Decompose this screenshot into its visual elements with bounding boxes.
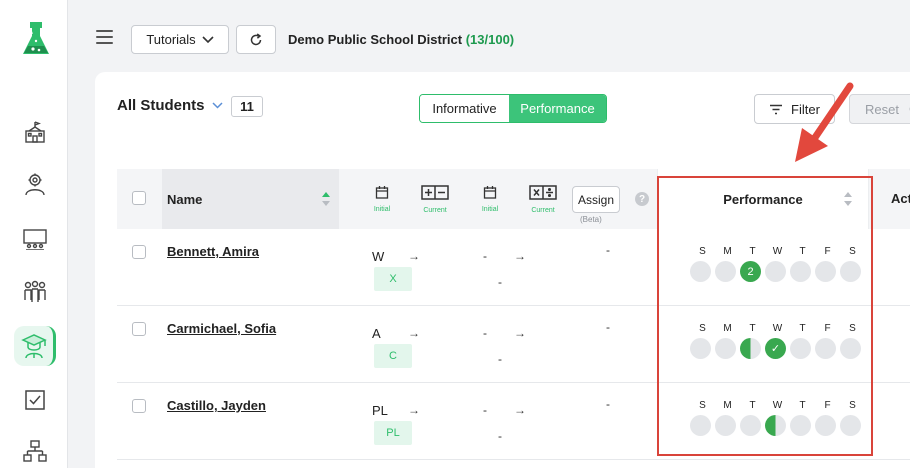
tab-performance[interactable]: Performance	[509, 95, 606, 122]
calendar-icon	[375, 186, 389, 199]
chevron-down-icon	[211, 102, 223, 109]
filter-icon	[770, 104, 783, 114]
sidebar: A	[0, 0, 68, 468]
arrow-right-icon: →	[514, 326, 526, 340]
reading-current-level: PL	[374, 421, 412, 445]
district-title: Demo Public School District (13/100)	[288, 32, 514, 47]
reading-initial-level: PL	[372, 403, 388, 418]
view-toggle: Informative Performance	[419, 94, 607, 123]
hierarchy-icon[interactable]	[14, 432, 56, 468]
presentation-icon[interactable]	[14, 219, 56, 259]
assign-beta-label: (Beta)	[580, 215, 602, 224]
math-initial-level: -	[483, 249, 487, 263]
actions-column-header: Acti	[891, 191, 910, 206]
top-bar: Tutorials Demo Public School District (1…	[68, 0, 910, 70]
school-icon[interactable]	[14, 112, 56, 152]
svg-text:A: A	[29, 30, 33, 36]
reading-current-level: X	[374, 267, 412, 291]
tutorials-dropdown[interactable]: Tutorials	[131, 25, 229, 54]
arrow-right-icon: →	[514, 249, 526, 263]
name-header-label: Name	[167, 191, 203, 207]
math-initial-header: Initial	[470, 185, 510, 213]
student-name-link[interactable]: Castillo, Jayden	[167, 398, 266, 413]
district-count: (13/100)	[465, 32, 515, 47]
assign-value: -	[606, 243, 610, 257]
current-label: Current	[423, 207, 447, 214]
checkbox-icon[interactable]	[14, 380, 56, 420]
tab-informative[interactable]: Informative	[420, 95, 509, 122]
arrow-right-icon: →	[408, 403, 420, 417]
assign-value: -	[606, 397, 610, 411]
initial-label: Initial	[373, 206, 391, 213]
arrow-pointer-icon	[795, 82, 854, 162]
math-current-header: Current	[523, 185, 563, 214]
tutorials-label: Tutorials	[146, 32, 196, 47]
reading-initial-header: Initial	[362, 185, 402, 213]
math-initial-level: -	[483, 326, 487, 340]
plus-minus-icon	[421, 185, 449, 200]
group-icon[interactable]	[14, 272, 56, 312]
assign-value: -	[606, 320, 610, 334]
arrow-right-icon: →	[514, 403, 526, 417]
graduate-icon[interactable]	[14, 326, 56, 366]
user-gear-icon[interactable]	[14, 164, 56, 204]
all-students-dropdown[interactable]: All Students	[117, 97, 223, 114]
row-checkbox[interactable]	[132, 399, 146, 413]
refresh-button[interactable]	[236, 25, 276, 54]
reading-initial-level: W	[372, 249, 385, 264]
student-name-link[interactable]: Bennett, Amira	[167, 244, 259, 259]
chevron-down-icon	[202, 35, 214, 43]
row-checkbox[interactable]	[132, 245, 146, 259]
select-all-checkbox[interactable]	[132, 191, 146, 205]
math-initial-level: -	[483, 403, 487, 417]
multiply-divide-icon	[529, 185, 557, 200]
row-checkbox[interactable]	[132, 322, 146, 336]
reset-label: Reset	[865, 101, 899, 117]
math-current-level: -	[498, 352, 502, 366]
arrow-right-icon: →	[408, 249, 420, 263]
page-title: All Students	[117, 97, 205, 114]
math-current-level: -	[498, 275, 502, 289]
student-count-badge: 11	[231, 96, 263, 117]
current-label: Current	[531, 207, 555, 214]
name-column-header[interactable]: Name	[162, 169, 339, 229]
arrow-right-icon: →	[408, 326, 420, 340]
reading-current-header: Current	[415, 185, 455, 214]
sort-icon[interactable]	[322, 192, 330, 206]
reading-current-level: C	[374, 344, 412, 368]
initial-label: Initial	[481, 206, 499, 213]
calendar-icon	[483, 186, 497, 199]
student-name-link[interactable]: Carmichael, Sofia	[167, 321, 276, 336]
reading-initial-level: A	[372, 326, 381, 341]
app-logo[interactable]: A	[20, 20, 52, 60]
district-name: Demo Public School District	[288, 32, 463, 47]
help-icon[interactable]: ?	[635, 192, 649, 206]
menu-icon[interactable]	[96, 30, 113, 44]
assign-button[interactable]: Assign	[572, 186, 620, 213]
math-current-level: -	[498, 429, 502, 443]
refresh-icon	[250, 32, 262, 45]
highlight-box	[657, 176, 873, 456]
